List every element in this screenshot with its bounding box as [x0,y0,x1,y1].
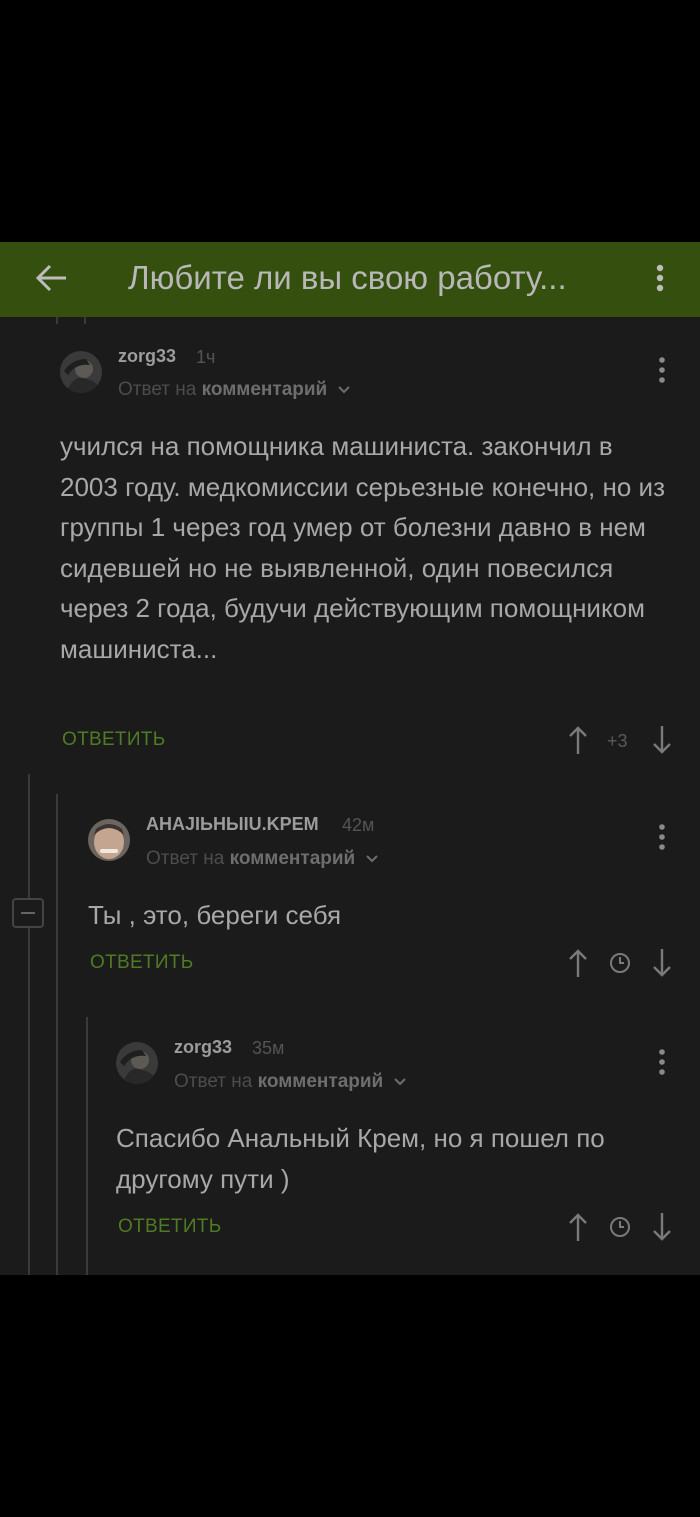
arrow-down-icon[interactable] [650,947,674,979]
comment-rating: +3 [607,731,628,751]
page-title: Любите ли вы свою работу... [128,259,567,296]
chevron-down-icon [393,1071,407,1093]
thread-line [86,1017,88,1275]
arrow-down-icon[interactable] [650,724,674,756]
top-bar: Любите ли вы свою работу... [0,242,700,317]
arrow-down-icon[interactable] [650,1211,674,1243]
reply-to-target: комментарий [229,848,356,870]
app-screen: Любите ли вы свою работу... zorg33 1ч От… [0,242,700,1275]
comment-text: Ты , это, береги себя [88,900,342,930]
back-arrow-icon[interactable] [30,254,74,302]
reply-button[interactable]: ОТВЕТИТЬ [62,729,165,751]
reply-button[interactable]: ОТВЕТИТЬ [118,1216,221,1238]
comment-username[interactable]: zorg33 [118,346,176,367]
reply-to-target: комментарий [257,1071,384,1093]
reply-to-prefix: Ответ на [118,379,197,401]
arrow-up-icon[interactable] [566,1211,590,1243]
reply-to-link[interactable]: Ответ на комментарий [174,1071,407,1093]
thread-line [56,317,58,324]
avatar[interactable] [116,1042,158,1084]
clock-icon [608,947,632,979]
comment-username[interactable]: АНАЈIЬНЫIU.KPEM [146,814,319,835]
reply-to-link[interactable]: Ответ на комментарий [118,379,351,401]
clock-icon [608,1211,632,1243]
comment-time: 35м [252,1038,285,1058]
thread-line [28,774,30,1275]
thread-line [56,794,58,1275]
comment-time: 42м [342,815,375,835]
comment-menu-icon[interactable] [650,350,674,390]
reply-to-prefix: Ответ на [174,1071,253,1093]
comment-time: 1ч [196,347,216,367]
arrow-up-icon[interactable] [566,724,590,756]
reply-to-prefix: Ответ на [146,848,225,870]
comment-menu-icon[interactable] [650,1042,674,1082]
avatar[interactable] [60,351,102,393]
comment-menu-icon[interactable] [650,817,674,857]
avatar[interactable] [88,819,130,861]
more-vertical-icon[interactable] [648,254,672,302]
comment-text: учился на помощника машиниста. закончил … [60,431,665,664]
reply-to-link[interactable]: Ответ на комментарий [146,848,379,870]
chevron-down-icon [365,848,379,870]
comment-username[interactable]: zorg33 [174,1037,232,1058]
reply-to-target: комментарий [201,379,328,401]
comment-text: Спасибо Анальный Крем, но я пошел по дру… [116,1123,605,1194]
collapse-thread-icon[interactable] [12,898,44,928]
reply-button[interactable]: ОТВЕТИТЬ [90,952,193,974]
chevron-down-icon [337,379,351,401]
arrow-up-icon[interactable] [566,947,590,979]
thread-line [84,317,86,324]
